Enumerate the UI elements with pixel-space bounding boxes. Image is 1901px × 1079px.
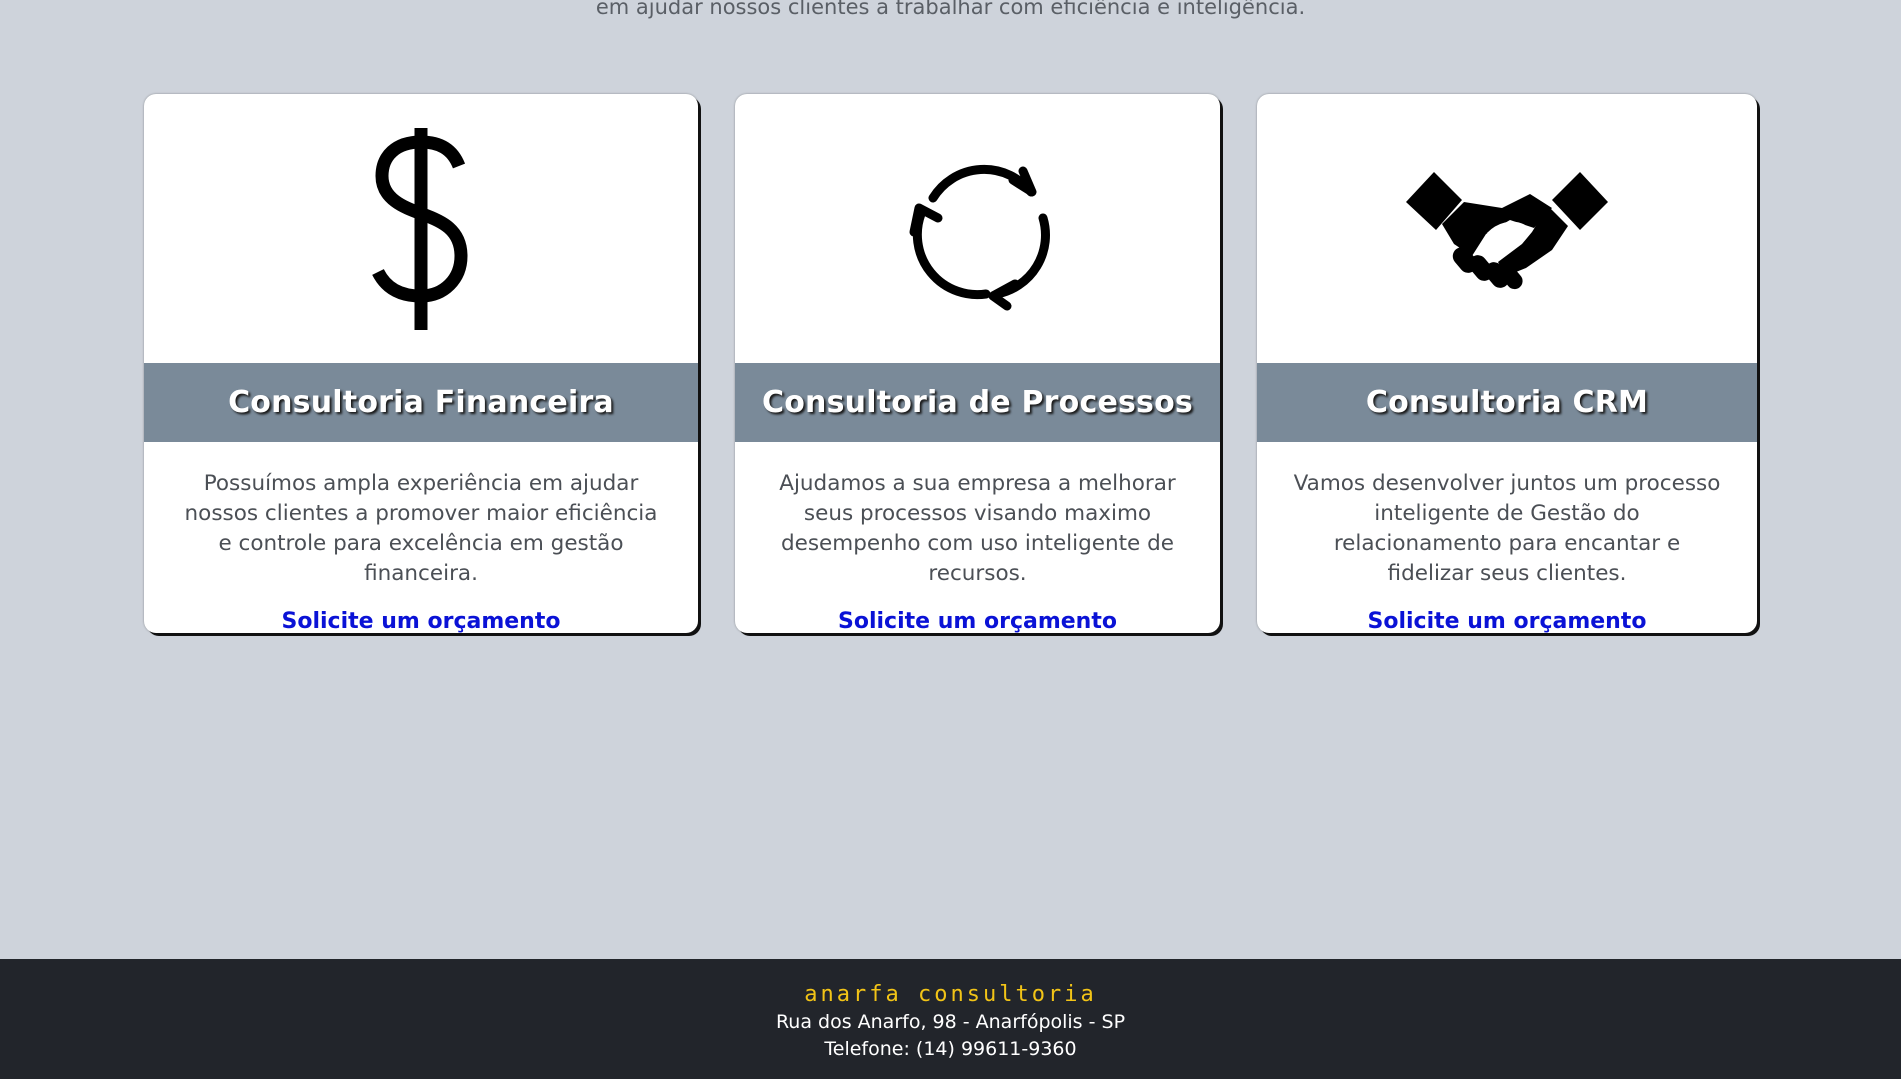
handshake-icon [1406, 171, 1608, 289]
footer-brand: Anarfa consultoria [804, 982, 1097, 1007]
dollar-icon [372, 127, 468, 330]
footer-phone: Telefone: (14) 99611-9360 [824, 1038, 1077, 1060]
refresh-cycle-icon [909, 164, 1050, 310]
card-title: Consultoria CRM [1257, 363, 1757, 442]
footer-address: Rua dos Anarfo, 98 - Anarfópolis - SP [775, 1011, 1126, 1033]
card-title: Consultoria Financeira [144, 363, 698, 442]
card-description: Vamos desenvolver juntos um processo int… [1293, 471, 1721, 586]
service-card-crm: Consultoria CRM Vamos desenvolver juntos… [1257, 94, 1757, 633]
card-description: Ajudamos a sua empresa a melhorar seus p… [779, 471, 1176, 586]
service-card-processos: Consultoria de Processos Ajudamos a sua … [735, 94, 1220, 633]
intro-text: em ajudar nossos clientes a trabalhar co… [595, 0, 1306, 19]
card-title: Consultoria de Processos [735, 363, 1220, 442]
request-quote-link[interactable]: Solicite um orçamento [735, 609, 1220, 633]
request-quote-link[interactable]: Solicite um orçamento [144, 609, 698, 633]
service-card-financeira: Consultoria Financeira Possuímos ampla e… [144, 94, 698, 633]
card-icon-area [1257, 94, 1757, 363]
card-description: Possuímos ampla experiência em ajudar no… [184, 471, 658, 586]
request-quote-link[interactable]: Solicite um orçamento [1257, 609, 1757, 633]
card-icon-area [735, 94, 1220, 363]
footer: Anarfa consultoria Rua dos Anarfo, 98 - … [0, 959, 1901, 1079]
card-icon-area [144, 94, 698, 363]
